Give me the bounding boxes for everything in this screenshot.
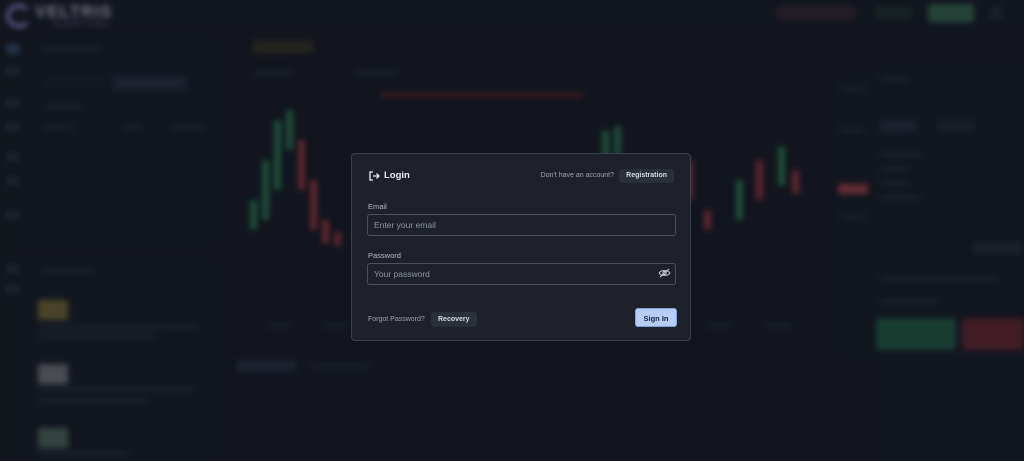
no-account-text: Don't have an account?	[540, 172, 614, 179]
password-label: Password	[368, 251, 401, 260]
registration-button[interactable]: Registration	[619, 169, 674, 183]
eye-off-icon[interactable]	[658, 268, 671, 278]
email-label: Email	[368, 202, 387, 211]
email-field[interactable]	[367, 214, 676, 236]
login-modal: Login Don't have an account? Registratio…	[351, 153, 691, 341]
login-arrow-icon	[369, 171, 380, 181]
modal-header: Login Don't have an account? Registratio…	[368, 169, 674, 183]
password-field[interactable]	[367, 263, 676, 285]
forgot-password-text: Forgot Password?	[368, 316, 425, 323]
modal-title: Login	[384, 170, 410, 181]
recovery-button[interactable]: Recovery	[431, 312, 477, 327]
sign-in-button[interactable]: Sign In	[635, 308, 677, 327]
